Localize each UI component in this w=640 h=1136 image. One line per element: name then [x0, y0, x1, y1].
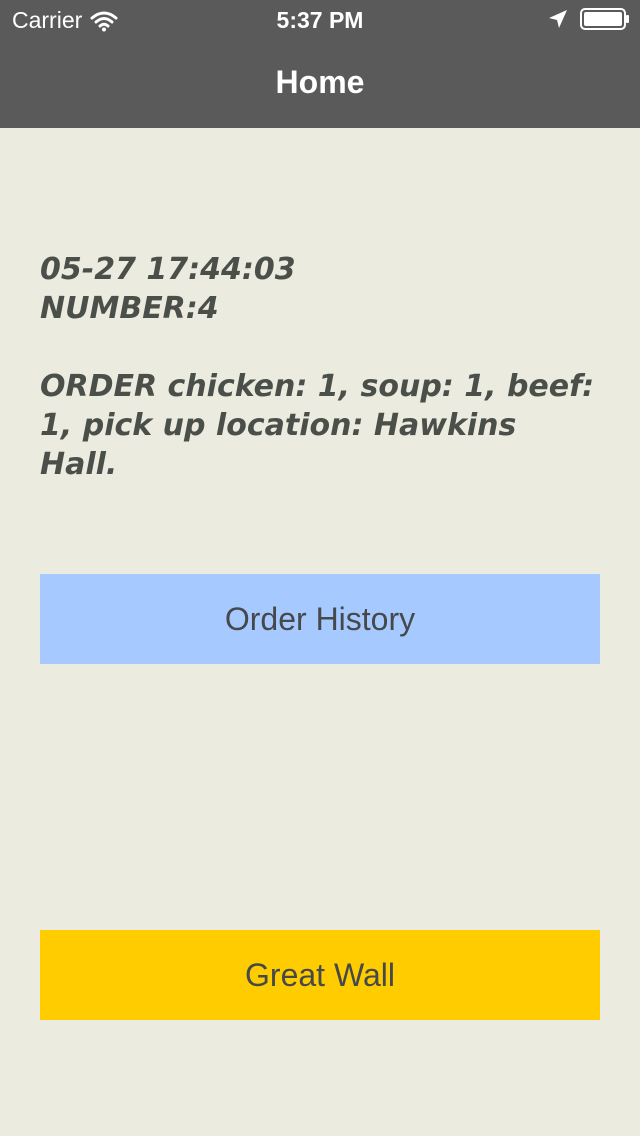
- order-details-line-1: ORDER chicken: 1, soup: 1, beef:: [40, 369, 595, 404]
- order-timestamp: 05-27 17:44:03: [40, 252, 296, 287]
- status-time: 5:37 PM: [276, 7, 364, 33]
- order-spacer: [40, 328, 600, 367]
- status-bar: Carrier 5:37 PM: [0, 0, 640, 40]
- great-wall-button[interactable]: Great Wall: [40, 930, 600, 1020]
- battery-icon: [580, 8, 629, 30]
- order-number: NUMBER:4: [40, 291, 219, 326]
- latest-order-info: 05-27 17:44:03 NUMBER:4 ORDER chicken: 1…: [40, 250, 600, 484]
- page-title: Home: [275, 64, 365, 100]
- order-details-line-2: 1, pick up location: Hawkins Hall.: [40, 408, 517, 482]
- order-history-button[interactable]: Order History: [40, 574, 600, 664]
- navigation-bar: Carrier 5:37 PM Home: [0, 0, 640, 128]
- location-arrow-icon: [549, 10, 567, 28]
